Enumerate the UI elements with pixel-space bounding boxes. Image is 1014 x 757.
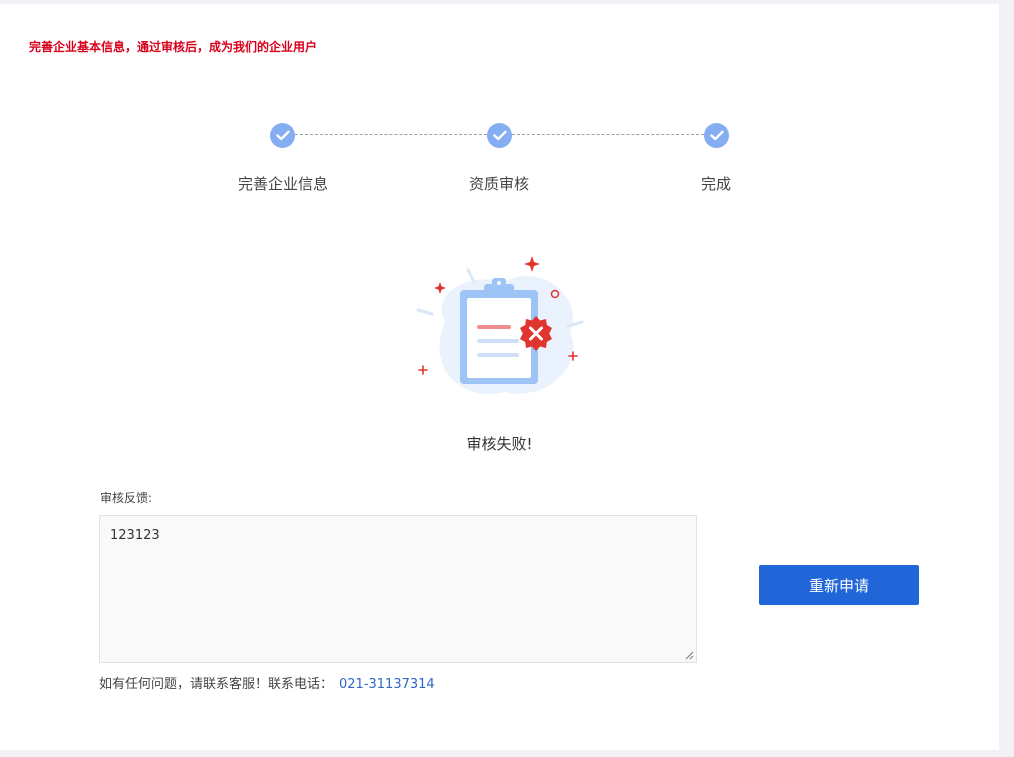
reapply-button[interactable]: 重新申请 [759,565,919,605]
feedback-textarea[interactable]: 123123 [99,515,697,663]
step-connector [295,134,487,135]
contact-phone[interactable]: 021-31137314 [339,677,435,692]
result-title: 审核失败! [466,435,533,453]
step-connector [512,134,704,135]
step-check-icon [487,123,512,148]
contact-text: 如有任何问题，请联系客服！联系电话： [99,677,334,692]
step-label-company-info: 完善企业信息 [237,175,328,193]
feedback-value: 123123 [110,528,160,543]
step-label-complete: 完成 [700,175,731,193]
main-card: 完善企业基本信息，通过审核后，成为我们的企业用户 完善企业信息 资质审核 完成 [0,4,999,750]
clipboard-rejected-icon [416,256,584,394]
step-check-icon [270,123,295,148]
feedback-label: 审核反馈: [100,491,153,505]
contact-line: 如有任何问题，请联系客服！联系电话： 021-31137314 [99,673,435,692]
step-label-review: 资质审核 [468,175,529,193]
step-check-icon [704,123,729,148]
notice-text: 完善企业基本信息，通过审核后，成为我们的企业用户 [29,40,318,54]
resize-grip-icon[interactable] [685,651,694,660]
